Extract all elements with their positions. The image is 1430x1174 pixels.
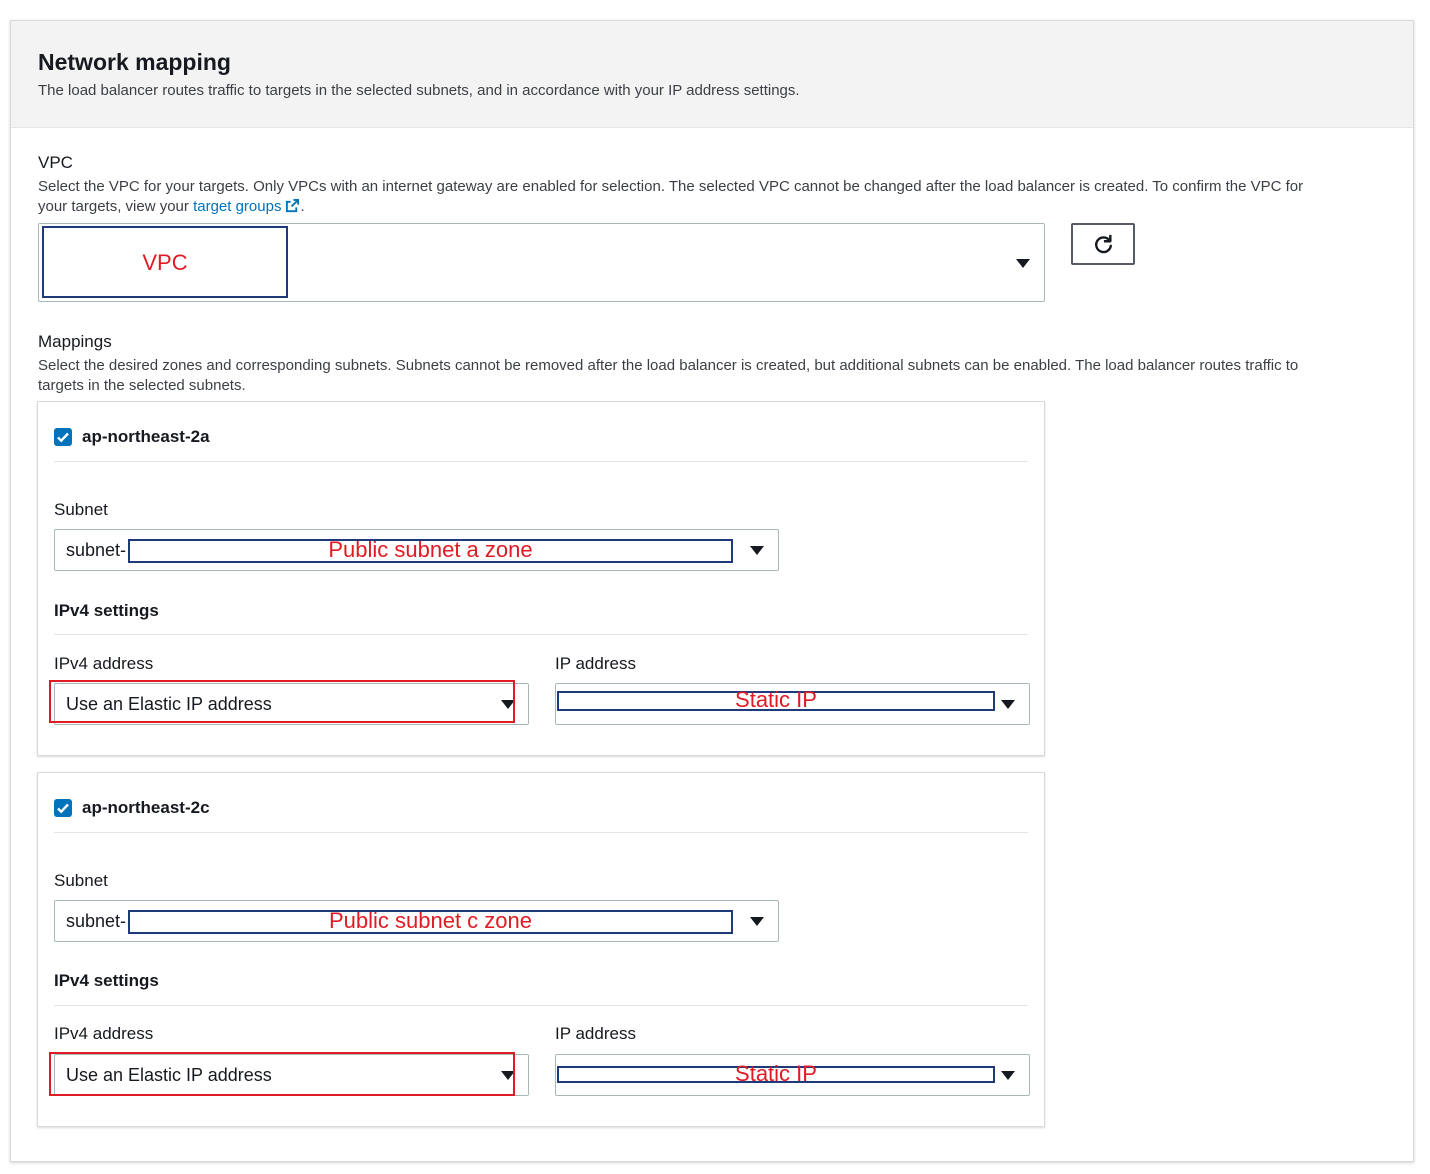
ip-address-select[interactable]: Static IP (555, 683, 1030, 725)
ip-address-select[interactable]: Static IP (555, 1054, 1030, 1096)
mappings-label: Mappings (38, 332, 112, 351)
target-groups-link[interactable]: target groups (193, 198, 281, 215)
ipv4-address-label: IPv4 address (54, 1024, 154, 1043)
divider (54, 1005, 1028, 1006)
page-title: Network mapping (38, 49, 231, 75)
chevron-down-icon (1016, 259, 1030, 268)
panel-header: Network mapping The load balancer routes… (11, 21, 1413, 128)
ip-annotation: Static IP (735, 1061, 817, 1086)
mappings-description: Select the desired zones and correspondi… (38, 357, 1299, 394)
zone-checkbox[interactable] (54, 428, 72, 446)
vpc-annotation: VPC (142, 250, 188, 275)
checkmark-icon (57, 803, 69, 814)
ip-annotation: Static IP (735, 687, 817, 712)
vpc-label: VPC (38, 153, 73, 172)
refresh-icon (1095, 234, 1112, 254)
subnet-annotation: Public subnet c zone (328, 908, 533, 933)
chevron-down-icon (1001, 1071, 1015, 1080)
chevron-down-icon (1001, 700, 1015, 709)
ip-address-label: IP address (555, 654, 636, 673)
chevron-down-icon (750, 917, 764, 926)
ipv4-address-label: IPv4 address (54, 654, 154, 673)
header-description: The load balancer routes traffic to targ… (38, 82, 800, 99)
subnet-annotation: Public subnet a zone (328, 537, 533, 562)
zone-card-ap-northeast-2c: ap-northeast-2c Subnet subnet- Public su… (37, 772, 1045, 1127)
refresh-button[interactable] (1071, 223, 1135, 265)
external-link-icon[interactable] (285, 198, 300, 213)
subnet-prefix: subnet- (66, 540, 127, 560)
subnet-label: Subnet (54, 871, 108, 890)
checkmark-icon (57, 432, 69, 443)
zone-card-ap-northeast-2a: ap-northeast-2a Subnet subnet- Public su… (37, 401, 1045, 756)
subnet-select[interactable]: subnet- Public subnet c zone (54, 900, 779, 942)
zone-name: ap-northeast-2c (82, 798, 210, 817)
subnet-prefix: subnet- (66, 911, 127, 931)
divider (54, 461, 1028, 462)
zone-name: ap-northeast-2a (82, 427, 210, 446)
ipv4-highlight-box (49, 680, 515, 723)
ipv4-highlight-box (49, 1052, 515, 1096)
divider (54, 634, 1028, 635)
ipv4-settings-heading: IPv4 settings (54, 601, 159, 620)
ip-address-label: IP address (555, 1024, 636, 1043)
vpc-description-line1: Select the VPC for your targets. Only VP… (38, 178, 1304, 195)
zone-checkbox[interactable] (54, 799, 72, 817)
chevron-down-icon (750, 546, 764, 555)
ipv4-settings-heading: IPv4 settings (54, 971, 159, 990)
subnet-label: Subnet (54, 500, 108, 519)
vpc-description: Select the VPC for your targets. Only VP… (38, 177, 1398, 217)
divider (54, 832, 1028, 833)
vpc-select[interactable]: VPC (38, 223, 1045, 302)
network-mapping-panel: Network mapping The load balancer routes… (10, 20, 1414, 1162)
vpc-description-line2: your targets, view your target groups. (38, 198, 305, 215)
subnet-select[interactable]: subnet- Public subnet a zone (54, 529, 779, 571)
